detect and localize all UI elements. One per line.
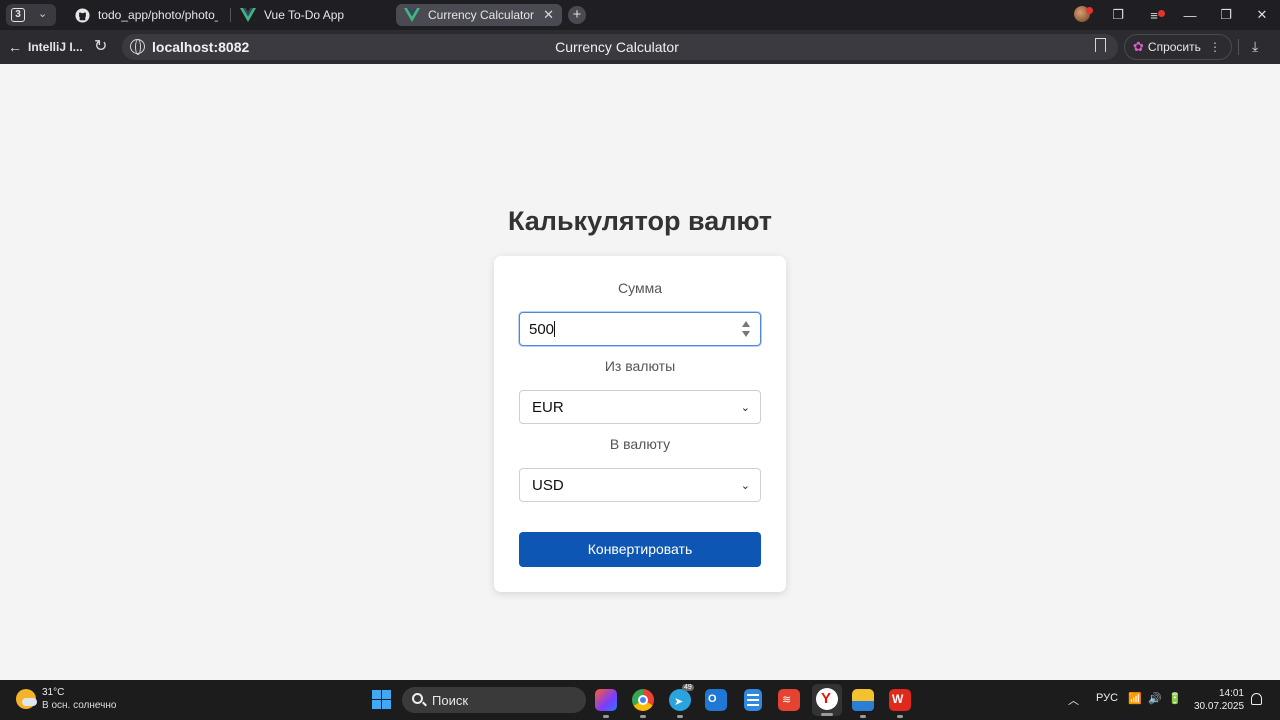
tab-label: todo_app/photo/photo_20 bbox=[98, 8, 218, 22]
search-placeholder: Поиск bbox=[432, 693, 469, 708]
vue-icon bbox=[404, 7, 420, 23]
notepad-icon[interactable] bbox=[744, 689, 762, 711]
from-currency-value: EUR bbox=[532, 399, 564, 416]
page-viewport: Калькулятор валют Сумма 500 Из валюты EU… bbox=[0, 64, 1280, 680]
arrow-left-icon: ← bbox=[8, 39, 22, 55]
tab-github[interactable]: todo_app/photo/photo_20 bbox=[66, 4, 226, 26]
text-caret bbox=[554, 321, 556, 337]
temperature: 31°C bbox=[42, 687, 65, 698]
vue-icon bbox=[240, 7, 256, 23]
close-tab-icon[interactable]: ✕ bbox=[535, 7, 554, 23]
ask-button[interactable]: ✿ Спросить ⋮ bbox=[1124, 34, 1232, 60]
chevron-down-icon: ⌄ bbox=[740, 480, 750, 492]
amount-input[interactable]: 500 bbox=[519, 312, 761, 346]
to-currency-value: USD bbox=[532, 477, 564, 494]
date: 30.07.2025 bbox=[1194, 701, 1245, 712]
chrome-icon[interactable] bbox=[632, 689, 654, 718]
spinner-up-icon[interactable] bbox=[742, 321, 750, 327]
from-currency-label: Из валюты bbox=[604, 358, 676, 374]
convert-button[interactable]: Конвертировать bbox=[519, 532, 761, 567]
battery-icon[interactable]: 🔋 bbox=[1168, 692, 1182, 705]
tab-vue-todo[interactable]: Vue To-Do App bbox=[232, 4, 392, 26]
volume-icon[interactable]: 🔊 bbox=[1148, 692, 1162, 705]
language-indicator[interactable]: РУС bbox=[1096, 692, 1118, 704]
tab-label: Currency Calculator bbox=[428, 8, 535, 22]
amount-value: 500 bbox=[529, 321, 555, 338]
file-explorer-icon[interactable] bbox=[852, 689, 874, 718]
restore-icon[interactable]: ❐ bbox=[1208, 7, 1244, 23]
sparkle-icon: ✿ bbox=[1133, 39, 1144, 54]
todoist-icon[interactable]: ≋ bbox=[778, 689, 800, 711]
address-field[interactable]: localhost:8082 Currency Calculator bbox=[122, 34, 1118, 60]
weather-text: В осн. солнечно bbox=[42, 700, 117, 711]
weather-widget[interactable]: 31°C В осн. солнечно bbox=[16, 686, 116, 712]
taskbar: 31°C В осн. солнечно Поиск ➤ 49 O ≋ Y W … bbox=[0, 680, 1280, 720]
chevron-up-icon[interactable]: ︿ bbox=[1068, 692, 1079, 708]
telegram-icon[interactable]: ➤ 49 bbox=[669, 684, 694, 718]
tab-separator bbox=[230, 8, 231, 22]
download-icon[interactable]: ⤓ bbox=[1252, 38, 1258, 55]
browser-tab-bar: 3 ⌄ todo_app/photo/photo_20 Vue To-Do Ap… bbox=[0, 0, 1280, 30]
page-title: Калькулятор валют bbox=[507, 206, 773, 236]
from-currency-select[interactable]: EUR ⌄ bbox=[519, 390, 761, 424]
chevron-down-icon: ⌄ bbox=[38, 8, 48, 20]
more-icon[interactable]: ⋮ bbox=[1209, 40, 1221, 54]
address-bar-row: ← IntelliJ I... ↻ localhost:8082 Currenc… bbox=[0, 30, 1280, 64]
minimize-icon[interactable]: — bbox=[1172, 8, 1208, 23]
notification-bell-icon[interactable] bbox=[1251, 693, 1262, 705]
github-icon bbox=[74, 7, 90, 23]
partly-sunny-icon bbox=[16, 689, 37, 709]
toolbar-separator bbox=[1238, 39, 1239, 55]
converter-card: Сумма 500 Из валюты EUR ⌄ В валюту USD ⌄… bbox=[494, 256, 786, 592]
tab-count: 3 bbox=[11, 8, 25, 22]
to-currency-label: В валюту bbox=[609, 436, 671, 452]
wifi-icon[interactable]: 📶 bbox=[1128, 692, 1142, 705]
intellij-icon[interactable] bbox=[595, 689, 617, 718]
amount-label: Сумма bbox=[618, 280, 662, 296]
page-title-text: Currency Calculator bbox=[555, 39, 679, 55]
windows-start-icon[interactable] bbox=[372, 690, 391, 709]
ask-label: Спросить bbox=[1147, 40, 1201, 54]
taskbar-search[interactable]: Поиск bbox=[402, 687, 586, 713]
chevron-down-icon: ⌄ bbox=[740, 402, 750, 414]
profile-avatar[interactable] bbox=[1064, 5, 1100, 25]
back-label: IntelliJ I... bbox=[28, 40, 83, 54]
close-window-icon[interactable]: ✕ bbox=[1244, 7, 1280, 23]
tab-counter-button[interactable]: 3 ⌄ bbox=[6, 4, 56, 26]
number-spinner[interactable] bbox=[742, 321, 750, 337]
new-tab-button[interactable]: + bbox=[568, 6, 586, 24]
spinner-down-icon[interactable] bbox=[742, 331, 750, 337]
clock[interactable]: 14:01 30.07.2025 bbox=[1194, 687, 1244, 713]
yandex-browser-icon[interactable]: Y bbox=[812, 684, 842, 716]
search-icon bbox=[412, 693, 423, 704]
telegram-badge: 49 bbox=[682, 684, 694, 691]
to-currency-select[interactable]: USD ⌄ bbox=[519, 468, 761, 502]
menu-icon[interactable]: ≡ bbox=[1136, 8, 1172, 23]
wps-office-icon[interactable]: W bbox=[889, 689, 911, 718]
bookmark-icon[interactable] bbox=[1095, 38, 1106, 52]
time: 14:01 bbox=[1218, 688, 1244, 699]
tab-currency-calculator[interactable]: Currency Calculator ✕ bbox=[396, 4, 562, 26]
back-button[interactable]: ← IntelliJ I... bbox=[8, 37, 83, 57]
outlook-icon[interactable]: O bbox=[705, 689, 727, 711]
reload-icon[interactable]: ↻ bbox=[94, 36, 107, 56]
collections-icon[interactable]: ❐ bbox=[1100, 7, 1136, 23]
window-controls: ❐ ≡ — ❐ ✕ bbox=[1064, 4, 1280, 26]
tab-label: Vue To-Do App bbox=[264, 8, 345, 22]
